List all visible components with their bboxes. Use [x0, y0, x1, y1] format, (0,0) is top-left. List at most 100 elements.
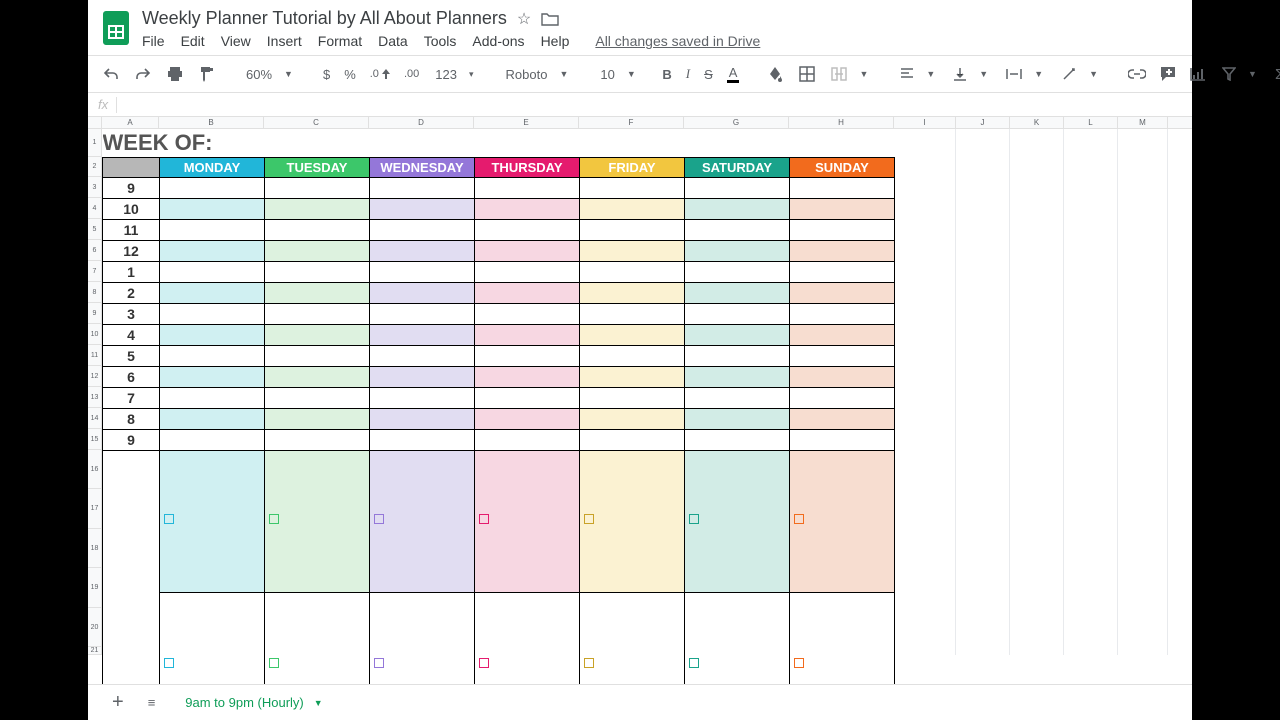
- schedule-cell[interactable]: [580, 387, 685, 408]
- checkbox-icon[interactable]: [689, 658, 699, 668]
- col-header[interactable]: G: [684, 117, 789, 128]
- schedule-cell[interactable]: [160, 219, 265, 240]
- row-header[interactable]: 9: [88, 303, 101, 324]
- checkbox-icon[interactable]: [479, 658, 489, 668]
- todo-cell[interactable]: [580, 450, 685, 593]
- todo-cell[interactable]: [685, 450, 790, 593]
- move-folder-icon[interactable]: [541, 12, 559, 26]
- increase-decimal-button[interactable]: .00: [400, 66, 423, 82]
- col-header[interactable]: M: [1118, 117, 1168, 128]
- save-status[interactable]: All changes saved in Drive: [595, 33, 760, 49]
- col-header[interactable]: D: [369, 117, 474, 128]
- schedule-cell[interactable]: [160, 282, 265, 303]
- schedule-cell[interactable]: [475, 408, 580, 429]
- schedule-cell[interactable]: [265, 282, 370, 303]
- col-header[interactable]: I: [894, 117, 956, 128]
- schedule-cell[interactable]: [160, 198, 265, 219]
- schedule-cell[interactable]: [685, 345, 790, 366]
- schedule-cell[interactable]: [475, 240, 580, 261]
- todo-cell[interactable]: [265, 593, 370, 684]
- column-headers[interactable]: ABCDEFGHIJKLM: [88, 117, 1192, 129]
- menu-file[interactable]: File: [142, 33, 165, 49]
- todo-cell[interactable]: [160, 593, 265, 684]
- add-sheet-icon[interactable]: +: [108, 689, 128, 716]
- schedule-cell[interactable]: [265, 303, 370, 324]
- col-header[interactable]: F: [579, 117, 684, 128]
- chart-icon[interactable]: [1186, 65, 1210, 83]
- menu-insert[interactable]: Insert: [267, 33, 302, 49]
- schedule-cell[interactable]: [160, 177, 265, 198]
- schedule-cell[interactable]: [475, 303, 580, 324]
- schedule-cell[interactable]: [160, 324, 265, 345]
- schedule-cell[interactable]: [580, 261, 685, 282]
- col-header[interactable]: C: [264, 117, 369, 128]
- todo-cell[interactable]: [790, 593, 895, 684]
- col-header[interactable]: J: [956, 117, 1010, 128]
- schedule-cell[interactable]: [370, 387, 475, 408]
- checkbox-icon[interactable]: [794, 514, 804, 524]
- redo-icon[interactable]: [130, 64, 156, 84]
- schedule-cell[interactable]: [160, 366, 265, 387]
- row-header[interactable]: 2: [88, 157, 101, 177]
- fill-color-icon[interactable]: [763, 64, 789, 84]
- schedule-cell[interactable]: [265, 198, 370, 219]
- row-header[interactable]: 20: [88, 608, 101, 647]
- schedule-cell[interactable]: [265, 240, 370, 261]
- row-header[interactable]: 15: [88, 429, 101, 450]
- col-header[interactable]: B: [159, 117, 264, 128]
- schedule-cell[interactable]: [685, 303, 790, 324]
- schedule-cell[interactable]: [790, 429, 895, 450]
- sheets-logo-icon[interactable]: [96, 8, 136, 48]
- schedule-cell[interactable]: [265, 345, 370, 366]
- schedule-cell[interactable]: [790, 387, 895, 408]
- checkbox-icon[interactable]: [584, 658, 594, 668]
- schedule-cell[interactable]: [580, 324, 685, 345]
- schedule-cell[interactable]: [685, 240, 790, 261]
- wrap-dropdown[interactable]: ▼: [1000, 66, 1049, 82]
- schedule-cell[interactable]: [580, 240, 685, 261]
- schedule-cell[interactable]: [685, 324, 790, 345]
- doc-title[interactable]: Weekly Planner Tutorial by All About Pla…: [142, 8, 507, 29]
- menu-format[interactable]: Format: [318, 33, 362, 49]
- schedule-cell[interactable]: [685, 177, 790, 198]
- italic-button[interactable]: I: [682, 64, 694, 84]
- row-header[interactable]: 16: [88, 450, 101, 489]
- schedule-cell[interactable]: [685, 282, 790, 303]
- row-header[interactable]: 12: [88, 366, 101, 387]
- row-header[interactable]: 18: [88, 529, 101, 568]
- schedule-cell[interactable]: [370, 261, 475, 282]
- schedule-cell[interactable]: [475, 261, 580, 282]
- schedule-cell[interactable]: [265, 324, 370, 345]
- todo-cell[interactable]: [790, 450, 895, 593]
- todo-cell[interactable]: [370, 593, 475, 684]
- percent-button[interactable]: %: [340, 65, 360, 84]
- schedule-cell[interactable]: [370, 324, 475, 345]
- schedule-cell[interactable]: [790, 303, 895, 324]
- row-header[interactable]: 19: [88, 568, 101, 608]
- col-header[interactable]: H: [789, 117, 894, 128]
- checkbox-icon[interactable]: [374, 514, 384, 524]
- all-sheets-icon[interactable]: ≡: [144, 693, 160, 712]
- strikethrough-button[interactable]: S: [700, 65, 717, 84]
- rotate-dropdown[interactable]: ▼: [1055, 65, 1104, 83]
- menu-data[interactable]: Data: [378, 33, 408, 49]
- todo-cell[interactable]: [685, 593, 790, 684]
- row-header[interactable]: 1: [88, 129, 101, 157]
- schedule-cell[interactable]: [370, 366, 475, 387]
- schedule-cell[interactable]: [370, 240, 475, 261]
- schedule-cell[interactable]: [265, 387, 370, 408]
- paint-format-icon[interactable]: [194, 63, 220, 85]
- schedule-cell[interactable]: [685, 408, 790, 429]
- col-header[interactable]: K: [1010, 117, 1064, 128]
- schedule-cell[interactable]: [685, 261, 790, 282]
- schedule-cell[interactable]: [790, 240, 895, 261]
- todo-cell[interactable]: [475, 450, 580, 593]
- menu-tools[interactable]: Tools: [424, 33, 457, 49]
- schedule-cell[interactable]: [685, 366, 790, 387]
- checkbox-icon[interactable]: [164, 514, 174, 524]
- schedule-cell[interactable]: [580, 177, 685, 198]
- schedule-cell[interactable]: [370, 282, 475, 303]
- schedule-cell[interactable]: [475, 429, 580, 450]
- menu-help[interactable]: Help: [541, 33, 570, 49]
- valign-dropdown[interactable]: ▼: [947, 65, 994, 83]
